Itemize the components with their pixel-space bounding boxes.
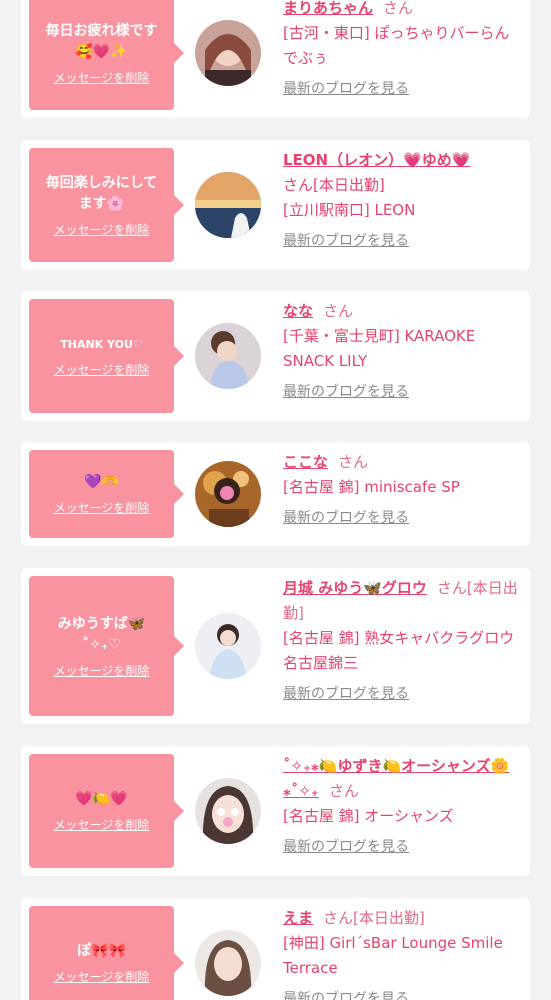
avatar[interactable] [195, 323, 261, 389]
avatar[interactable] [195, 20, 261, 86]
message-text: 毎回楽しみにしてます🌸 [45, 174, 158, 212]
avatar-image [195, 20, 261, 86]
girl-info: ˚✧₊⁎🍋ゆずき🍋オーシャンズ🌼⁎˚✧₊ さん [名古屋 錦] オーシャンズ 最新… [283, 754, 521, 860]
message-text: みゆうすば🦋 ˚✧₊♡ [57, 615, 146, 653]
girl-info: ここな さん [名古屋 錦] miniscafe SP 最新のブログを見る [283, 450, 521, 531]
shop-name: [神田] Girl´sBar Lounge Smile Terrace [283, 934, 503, 977]
message-bubble: 毎日お疲れ様です 🥰💗✨ メッセージを削除 [29, 0, 184, 110]
delete-message-link[interactable]: メッセージを削除 [54, 361, 150, 378]
avatar-image [195, 323, 261, 389]
message-bubble: みゆうすば🦋 ˚✧₊♡ メッセージを削除 [29, 576, 184, 716]
message-card: THANK YOU♡ メッセージを削除 なな さん [千葉・富士見町] KARAO… [21, 291, 530, 421]
message-card: 毎回楽しみにしてます🌸 メッセージを削除 LEON（レオン）💗ゆめ💗 さん[本日… [21, 140, 530, 270]
message-text: THANK YOU♡ [60, 338, 143, 351]
latest-blog-link[interactable]: 最新のブログを見る [283, 987, 409, 1000]
avatar-image [195, 930, 261, 996]
girl-name-link[interactable]: 月城 みゆう🦋グロウ [283, 579, 427, 597]
message-bubble: 💗🍋💗 メッセージを削除 [29, 754, 184, 868]
honorific: さん[本日出勤] [323, 909, 425, 927]
avatar[interactable] [195, 778, 261, 844]
message-bubble: ぽ🎀🎀 メッセージを削除 [29, 906, 184, 1000]
shop-name: [名古屋 錦] 熟女キャバクラグロウ 名古屋錦三 [283, 629, 515, 672]
honorific: さん [323, 302, 354, 320]
shop-name: [千葉・富士見町] KARAOKE SNACK LILY [283, 327, 476, 370]
message-card: 💗🍋💗 メッセージを削除 ˚✧₊⁎🍋ゆずき🍋オーシャンズ🌼⁎˚✧₊ さん [名古屋… [21, 746, 530, 876]
message-card: 💜🫶 メッセージを削除 ここな さん [名古屋 錦] miniscafe SP 最… [21, 442, 530, 546]
honorific: さん [383, 0, 414, 17]
message-card: ぽ🎀🎀 メッセージを削除 えま さん[本日出勤] [神田] Girl´sBar L… [21, 898, 530, 1000]
shop-name: [立川駅南口] LEON [283, 201, 416, 219]
message-text: 毎日お疲れ様です 🥰💗✨ [45, 22, 158, 60]
avatar-image [195, 778, 261, 844]
shop-name: [名古屋 錦] オーシャンズ [283, 807, 454, 825]
shop-name: [名古屋 錦] miniscafe SP [283, 478, 460, 496]
girl-info: LEON（レオン）💗ゆめ💗 さん[本日出勤] [立川駅南口] LEON 最新のブ… [283, 148, 521, 254]
delete-message-link[interactable]: メッセージを削除 [54, 662, 150, 679]
avatar[interactable] [195, 613, 261, 679]
girl-info: えま さん[本日出勤] [神田] Girl´sBar Lounge Smile T… [283, 906, 521, 1000]
latest-blog-link[interactable]: 最新のブログを見る [283, 77, 409, 102]
message-text: 💜🫶 [84, 474, 119, 490]
avatar[interactable] [195, 172, 261, 238]
delete-message-link[interactable]: メッセージを削除 [54, 968, 150, 985]
latest-blog-link[interactable]: 最新のブログを見る [283, 506, 409, 531]
latest-blog-link[interactable]: 最新のブログを見る [283, 229, 409, 254]
avatar-image [195, 461, 261, 527]
latest-blog-link[interactable]: 最新のブログを見る [283, 682, 409, 707]
latest-blog-link[interactable]: 最新のブログを見る [283, 380, 409, 405]
honorific: さん[本日出勤] [283, 176, 385, 194]
message-list: 毎日お疲れ様です 🥰💗✨ メッセージを削除 まりあちゃん さん [古河・東口] ぽ… [0, 0, 551, 1000]
girl-info: なな さん [千葉・富士見町] KARAOKE SNACK LILY 最新のブログ… [283, 299, 521, 405]
girl-info: まりあちゃん さん [古河・東口] ぽっちゃりバーらんでぶぅ 最新のブログを見る [283, 0, 521, 102]
honorific: さん [338, 453, 369, 471]
honorific: さん [328, 782, 359, 800]
message-bubble: THANK YOU♡ メッセージを削除 [29, 299, 184, 413]
girl-name-link[interactable]: えま [283, 909, 313, 927]
delete-message-link[interactable]: メッセージを削除 [54, 69, 150, 86]
delete-message-link[interactable]: メッセージを削除 [54, 816, 150, 833]
avatar[interactable] [195, 461, 261, 527]
shop-name: [古河・東口] ぽっちゃりバーらんでぶぅ [283, 24, 510, 67]
girl-name-link[interactable]: ˚✧₊⁎🍋ゆずき🍋オーシャンズ🌼⁎˚✧₊ [283, 757, 509, 800]
message-bubble: 💜🫶 メッセージを削除 [29, 450, 184, 538]
delete-message-link[interactable]: メッセージを削除 [54, 221, 150, 238]
girl-info: 月城 みゆう🦋グロウ さん[本日出勤] [名古屋 錦] 熟女キャバクラグロウ 名古… [283, 576, 521, 707]
message-card: 毎日お疲れ様です 🥰💗✨ メッセージを削除 まりあちゃん さん [古河・東口] ぽ… [21, 0, 530, 118]
girl-name-link[interactable]: LEON（レオン）💗ゆめ💗 [283, 151, 470, 169]
girl-name-link[interactable]: ここな [283, 453, 328, 471]
message-bubble: 毎回楽しみにしてます🌸 メッセージを削除 [29, 148, 184, 262]
latest-blog-link[interactable]: 最新のブログを見る [283, 835, 409, 860]
message-text: ぽ🎀🎀 [77, 943, 126, 959]
message-text: 💗🍋💗 [75, 791, 128, 807]
avatar-image [195, 613, 261, 679]
message-card: みゆうすば🦋 ˚✧₊♡ メッセージを削除 月城 みゆう🦋グロウ さん[本日出勤] … [21, 568, 530, 724]
girl-name-link[interactable]: なな [283, 302, 313, 320]
girl-name-link[interactable]: まりあちゃん [283, 0, 373, 17]
delete-message-link[interactable]: メッセージを削除 [54, 499, 150, 516]
avatar[interactable] [195, 930, 261, 996]
avatar-image [195, 172, 261, 238]
